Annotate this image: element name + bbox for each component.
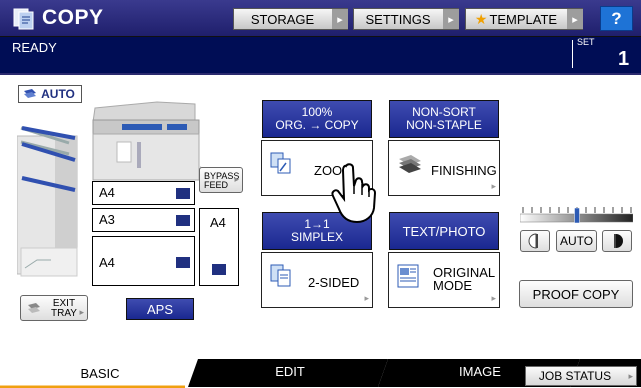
tray-2-size: A3 [99, 212, 115, 227]
finishing-button[interactable]: FINISHING ▸ [388, 140, 500, 196]
finishing-icon [399, 155, 421, 173]
divider [572, 40, 573, 68]
star-icon: ★ [474, 10, 488, 27]
tray-1-size: A4 [99, 185, 115, 200]
paper-icon [176, 257, 190, 268]
copy-icon [12, 6, 36, 30]
paper-icon [212, 264, 226, 275]
duplex-icon [270, 264, 291, 287]
tab-edit-label: EDIT [275, 363, 305, 379]
chevron-right-icon: ▸ [491, 181, 496, 191]
tray-icon [28, 303, 40, 313]
chevron-right-icon: ▸ [332, 9, 348, 29]
settings-button[interactable]: SETTINGS ▸ [353, 8, 459, 30]
density-marker[interactable] [574, 207, 580, 224]
original-mode-status: TEXT/PHOTO [389, 212, 499, 250]
zoom-icon [270, 152, 291, 174]
tray-2[interactable]: A3 [92, 208, 195, 232]
set-label: SET [577, 37, 595, 47]
proof-copy-label: PROOF COPY [532, 286, 620, 302]
2-sided-label: 2-SIDED [308, 275, 360, 290]
density-lighter-button[interactable] [520, 230, 550, 252]
status-bar [0, 37, 641, 73]
density-scale [519, 207, 634, 224]
chevron-right-icon: ▸ [567, 9, 583, 29]
tab-image-label: IMAGE [459, 363, 501, 379]
bypass-size: A4 [210, 215, 226, 230]
help-button[interactable]: ? [600, 6, 633, 31]
darker-icon [614, 234, 623, 248]
aps-label: APS [146, 301, 173, 317]
tab-basic[interactable]: BASIC [40, 362, 160, 384]
density-auto-button[interactable]: AUTO [556, 230, 597, 252]
chevron-right-icon: ▸ [443, 9, 459, 29]
finishing-label: FINISHING [431, 163, 497, 178]
aps-button[interactable]: APS [126, 298, 194, 320]
hand-pointer-icon [326, 162, 384, 224]
original-mode-button[interactable]: ORIGINAL MODE ▸ [388, 252, 500, 308]
chevron-right-icon: ▸ [491, 293, 496, 303]
storage-label: STORAGE [250, 11, 315, 27]
status-message: READY [12, 40, 57, 55]
app-title: COPY [42, 6, 104, 29]
exit-tray-button[interactable]: EXIT TRAY ▸ [20, 295, 88, 321]
zoom-status: 100% ORG. → COPY [262, 100, 372, 138]
original-mode-icon [397, 264, 419, 288]
chevron-right-icon: ▸ [628, 371, 633, 381]
density-darker-button[interactable] [602, 230, 632, 252]
bypass-tray[interactable]: A4 [199, 208, 239, 286]
tray-3-size: A4 [99, 255, 115, 270]
template-button[interactable]: ★ TEMPLATE ▸ [465, 8, 583, 30]
tab-basic-label: BASIC [80, 365, 120, 381]
lighter-icon [528, 233, 538, 249]
density-auto-label: AUTO [559, 234, 594, 248]
paper-icon [176, 215, 190, 226]
chevron-right-icon: ▸ [234, 174, 239, 184]
set-count: 1 [618, 48, 630, 70]
chevron-right-icon: ▸ [364, 293, 369, 303]
paper-icon [176, 188, 190, 199]
storage-button[interactable]: STORAGE ▸ [233, 8, 348, 30]
help-label: ? [611, 8, 622, 28]
density-slider[interactable] [519, 203, 634, 224]
original-mode-label: ORIGINAL MODE [433, 265, 496, 293]
template-label: TEMPLATE [489, 11, 558, 27]
chevron-right-icon: ▸ [79, 307, 84, 317]
2-sided-button[interactable]: 2-SIDED ▸ [261, 252, 373, 308]
tab-edit[interactable]: EDIT [220, 360, 360, 382]
tray-1[interactable]: A4 [92, 181, 195, 205]
bypass-feed-button[interactable]: BYPASS FEED ▸ [199, 167, 243, 193]
settings-label: SETTINGS [365, 11, 431, 27]
proof-copy-button[interactable]: PROOF COPY [519, 280, 633, 308]
tray-3[interactable]: A4 [92, 236, 195, 286]
exit-tray-label: EXIT TRAY [51, 298, 77, 319]
finishing-status: NON-SORT NON-STAPLE [389, 100, 499, 138]
copy-screen: { "title": { "app_name": "COPY", "icon":… [0, 0, 641, 388]
job-status-label: JOB STATUS [538, 369, 612, 383]
job-status-button[interactable]: JOB STATUS ▸ [525, 366, 637, 386]
